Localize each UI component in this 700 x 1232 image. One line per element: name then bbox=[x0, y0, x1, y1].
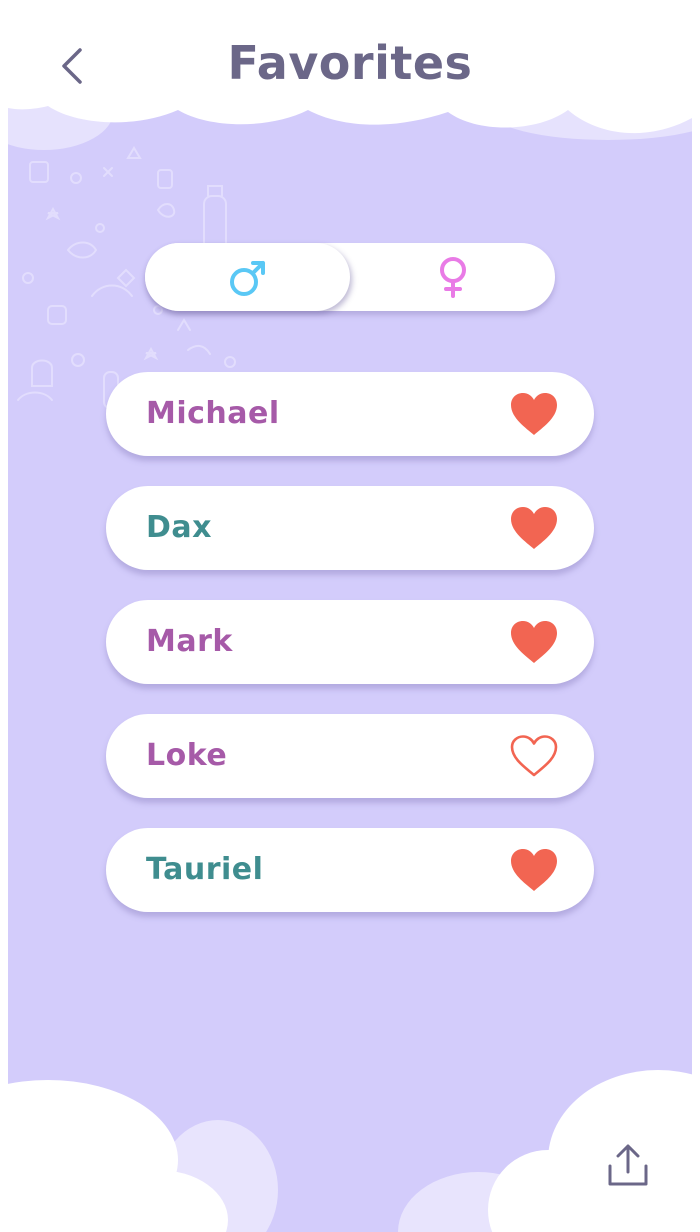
heart-filled-icon bbox=[511, 849, 557, 891]
heart-filled-icon bbox=[511, 621, 557, 663]
favorite-heart-button[interactable] bbox=[508, 391, 560, 437]
female-toggle-button[interactable] bbox=[350, 243, 555, 311]
favorite-heart-button[interactable] bbox=[508, 505, 560, 551]
heart-filled-icon bbox=[511, 507, 557, 549]
favorite-heart-button[interactable] bbox=[508, 847, 560, 893]
favorite-item-mark[interactable]: Mark bbox=[106, 600, 594, 684]
female-symbol-icon bbox=[439, 257, 466, 298]
header: Favorites bbox=[8, 10, 692, 130]
favorite-name: Tauriel bbox=[146, 852, 264, 887]
favorite-name: Mark bbox=[146, 624, 233, 659]
gender-toggle[interactable] bbox=[145, 243, 555, 311]
favorite-item-tauriel[interactable]: Tauriel bbox=[106, 828, 594, 912]
share-button[interactable] bbox=[604, 1142, 652, 1190]
favorite-name: Michael bbox=[146, 396, 280, 431]
favorite-item-loke[interactable]: Loke bbox=[106, 714, 594, 798]
heart-filled-icon bbox=[511, 393, 557, 435]
favorite-name: Dax bbox=[146, 510, 212, 545]
favorite-name: Loke bbox=[146, 738, 228, 773]
page-title: Favorites bbox=[227, 36, 473, 90]
favorite-item-dax[interactable]: Dax bbox=[106, 486, 594, 570]
favorite-heart-button[interactable] bbox=[508, 619, 560, 665]
share-upload-icon bbox=[608, 1144, 648, 1186]
heart-outline-icon bbox=[510, 735, 558, 777]
favorites-list: Michael Dax Mark Loke Tauriel bbox=[106, 372, 594, 942]
favorite-heart-button[interactable] bbox=[508, 733, 560, 779]
favorites-screen: Favorites Michael Dax Mark Loke Tauriel bbox=[8, 10, 692, 1232]
male-toggle-button[interactable] bbox=[145, 243, 350, 311]
male-symbol-icon bbox=[229, 261, 265, 296]
favorite-item-michael[interactable]: Michael bbox=[106, 372, 594, 456]
